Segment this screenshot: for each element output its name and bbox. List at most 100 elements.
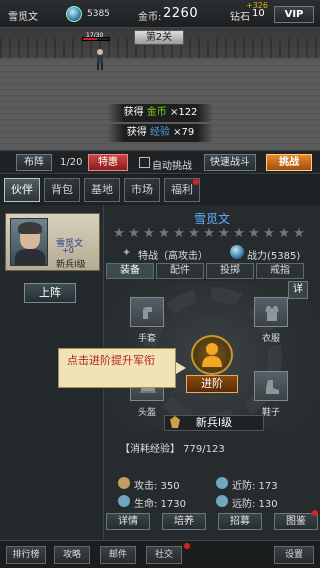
mail-button[interactable]: 邮件 [100,546,136,564]
diamond-value: 10 [252,8,265,19]
codex-button[interactable]: 图鉴 [274,513,318,530]
star-icon: ★ [113,226,125,241]
auto-challenge-label: 自动挑战 [152,161,192,172]
hero-power: 战力(5385) [247,251,301,262]
star-icon: ★ [188,226,200,241]
stat-attack: 攻击: 350 [134,481,180,492]
recruit-button[interactable]: 招募 [218,513,262,530]
soldier-rank-icon [202,343,222,367]
heart-icon [118,495,130,507]
reward-gold-prefix: 获得 [123,107,144,118]
rank-emblem[interactable] [191,335,233,375]
subtab-accessory[interactable]: 配件 [156,263,204,279]
special-offer-button[interactable]: 特惠 [88,154,128,171]
tab-partner[interactable]: 伙伴 [4,178,40,202]
gold-value: 2260 [163,6,199,21]
reward-exp-prefix: 获得 [126,127,147,138]
gloves-slot[interactable] [130,297,164,327]
detail-toggle-button[interactable]: 详 [288,281,308,299]
tab-backpack[interactable]: 背包 [44,178,80,202]
reward-gold: 获得 金币 ×122 [108,104,213,122]
hero-card-plus: +0 [62,246,74,255]
hero-name-title: 雪觅文 [193,212,230,226]
main-tabs: 伙伴 背包 基地 市场 福利 [0,175,320,205]
hero-card[interactable]: 雪觅文 +0 新兵I级 [5,213,100,271]
challenge-button[interactable]: 挑战 [266,154,312,171]
hero-hp-fill [83,38,98,40]
deploy-button[interactable]: 上阵 [24,283,76,303]
star-icon: ★ [248,226,260,241]
stat-near-defense: 近防: 173 [232,481,278,492]
diamond-label: 钻石 [230,12,250,23]
train-button[interactable]: 培养 [162,513,206,530]
star-icon: ★ [143,226,155,241]
welfare-notification-dot [193,179,199,185]
star-icon: ★ [263,226,275,241]
codex-notification-dot [312,510,318,516]
power-gem-icon [230,245,244,259]
reward-gold-amount: ×122 [169,107,198,118]
action-bar: 布阵 1/20 特惠 自动挑战 快速战斗 挑战 [0,150,320,174]
reward-gold-item: 金币 [146,107,167,118]
stage-count: 1/20 [60,157,83,168]
star-icon: ★ [293,226,305,241]
social-notification-dot [184,543,190,549]
hero-card-rank: 新兵I级 [56,260,86,270]
hero-sprite-icon [97,49,103,70]
star-icon: ★ [233,226,245,241]
gold-label: 金币: [138,12,162,23]
power-gem-icon [66,6,82,22]
power-value: 5385 [87,9,110,19]
clothes-label: 衣服 [261,334,280,344]
tooltip-arrow [176,362,186,374]
quick-battle-button[interactable]: 快速战斗 [204,154,256,171]
auto-challenge-checkbox[interactable] [139,157,150,168]
near-defense-icon [216,477,228,489]
far-defense-icon [216,495,228,507]
advance-hint-tooltip: 点击进阶提升军衔 [58,348,176,388]
subtab-equipment[interactable]: 装备 [106,263,154,279]
exp-cost: 【消耗经验】 779/123 [120,444,225,455]
settings-button[interactable]: 设置 [274,546,314,564]
hero-portrait [10,218,48,266]
details-button[interactable]: 详情 [106,513,150,530]
social-button[interactable]: 社交 [146,546,182,564]
top-status-bar: 雪觅文 5385 金币: 2260 +326 钻石 10 VIP [0,0,320,28]
stat-far-defense: 远防: 130 [232,499,278,510]
stat-hp: 生命: 1730 [134,499,186,510]
formation-button[interactable]: 布阵 [16,154,52,171]
star-icon: ★ [278,226,290,241]
equip-subtabs: 装备 配件 投掷 戒指 [104,263,320,279]
attack-icon [118,477,130,489]
gloves-icon [143,307,152,319]
leaderboard-button[interactable]: 排行榜 [6,546,46,564]
guide-button[interactable]: 攻略 [54,546,90,564]
helmet-label: 头盔 [137,408,156,418]
reward-exp-item: 经验 [149,127,170,138]
reward-exp: 获得 经验 ×79 [108,124,213,142]
tab-market[interactable]: 市场 [124,178,160,202]
vest-icon [265,306,279,321]
battle-scene: 第2关 17/30 获得 金币 ×122 获得 经验 ×79 [0,28,320,150]
detail-action-buttons: 详情 培养 招募 图鉴 [104,510,320,533]
vip-button[interactable]: VIP [274,6,314,23]
gloves-label: 手套 [137,334,156,344]
boots-icon [266,380,279,394]
subtab-ring[interactable]: 戒指 [256,263,304,279]
clothes-slot[interactable] [254,297,288,327]
star-rating: ★ ★ ★ ★ ★ ★ ★ ★ ★ ★ ★ ★ ★ [112,227,316,241]
subtab-throwable[interactable]: 投掷 [206,263,254,279]
star-icon: ★ [158,226,170,241]
advance-button[interactable]: 进阶 [186,375,238,393]
bottom-nav: 排行榜 攻略 邮件 社交 设置 [0,540,320,568]
stage-badge: 第2关 [134,30,184,45]
star-icon: ★ [128,226,140,241]
reward-exp-amount: ×79 [173,127,195,138]
tab-base[interactable]: 基地 [84,178,120,202]
shoes-slot[interactable] [254,371,288,401]
hero-trait: 特战（高攻击） [138,251,208,262]
star-icon: ★ [173,226,185,241]
star-icon: ★ [218,226,230,241]
star-icon: ★ [203,226,215,241]
player-name: 雪觅文 [8,12,38,23]
